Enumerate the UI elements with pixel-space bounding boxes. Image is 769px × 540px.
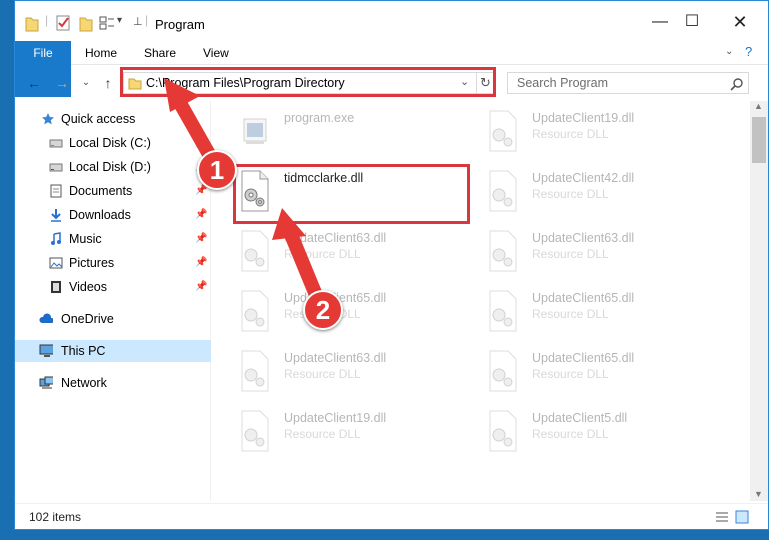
step-badge-1: 1 [197, 150, 237, 190]
annotation-arrows [164, 78, 325, 303]
step-badge-2: 2 [303, 290, 343, 330]
arrow-to-file [272, 208, 325, 303]
